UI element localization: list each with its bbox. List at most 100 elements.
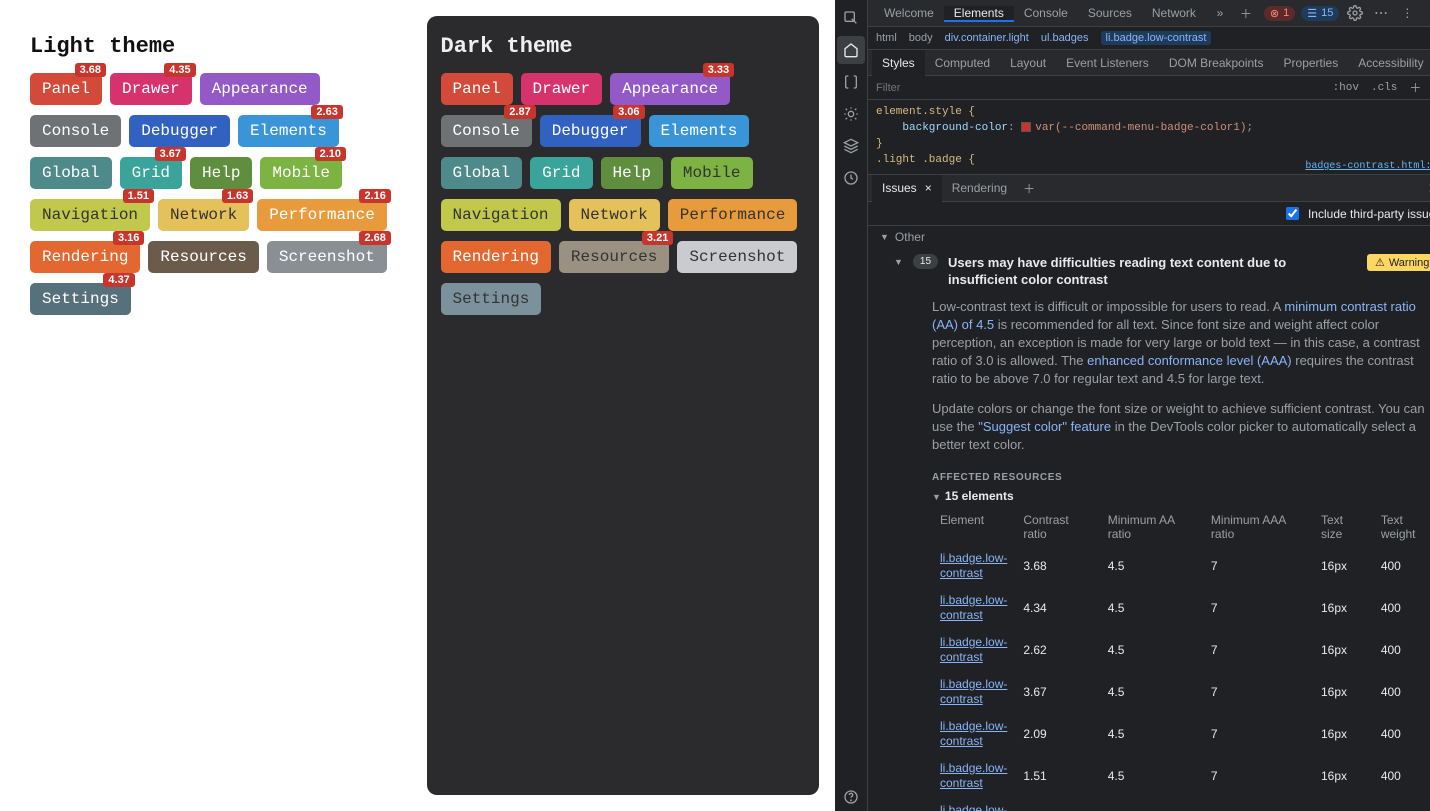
badge-help: Help <box>601 157 663 189</box>
col-header: Text size <box>1313 509 1373 545</box>
table-row[interactable]: li.badge.low-contrast2.624.5716px400 <box>932 629 1430 671</box>
badge-network: Network1.63 <box>158 199 249 231</box>
subtab-layout[interactable]: Layout <box>1000 50 1056 76</box>
styles-pane[interactable]: element.style { background-color: var(--… <box>868 100 1430 175</box>
badge-settings: Settings4.37 <box>30 283 131 315</box>
crumb[interactable]: li.badge.low-contrast <box>1101 31 1212 45</box>
third-party-checkbox[interactable] <box>1286 207 1299 220</box>
tab-elements[interactable]: Elements <box>944 6 1014 22</box>
badge-mobile: Mobile <box>671 157 753 189</box>
contrast-ratio-badge: 2.63 <box>311 105 342 119</box>
tab-welcome[interactable]: Welcome <box>874 6 944 20</box>
subtab-computed[interactable]: Computed <box>925 50 1000 76</box>
drawer-tab-issues[interactable]: Issues× <box>872 175 942 202</box>
crumb[interactable]: div.container.light <box>945 32 1029 44</box>
new-rule-icon[interactable]: ＋ <box>1403 76 1427 100</box>
element-link[interactable]: li.badge.low-contrast <box>940 677 1007 706</box>
issue-count: 15 <box>913 254 938 269</box>
crumb[interactable]: body <box>909 32 933 44</box>
badge-elements: Elements <box>649 115 750 147</box>
element-link[interactable]: li.badge.low-contrast <box>940 803 1007 811</box>
issue-description-2: Update colors or change the font size or… <box>874 396 1430 462</box>
inspect-icon[interactable] <box>837 4 865 32</box>
contrast-ratio-badge: 2.87 <box>504 105 535 119</box>
chevron-down-icon[interactable]: ▼ <box>894 257 903 267</box>
suggest-color-link[interactable]: "Suggest color" feature <box>978 419 1111 434</box>
table-row[interactable]: li.badge.low-contrast1.514.5716px400 <box>932 755 1430 797</box>
tab-console[interactable]: Console <box>1014 6 1078 20</box>
devtools-top-tabs: WelcomeElementsConsoleSourcesNetwork » ＋… <box>868 0 1430 27</box>
layers-icon[interactable] <box>837 132 865 160</box>
source-link[interactable]: badges-contrast.html:63 <box>1305 161 1430 172</box>
crumb[interactable]: html <box>876 32 897 44</box>
table-row[interactable]: li.badge.low-contrast1.634.5716px400 <box>932 797 1430 811</box>
more-icon[interactable]: ⋮ <box>1395 1 1419 25</box>
badge-network: Network <box>569 199 660 231</box>
crumb[interactable]: ul.badges <box>1041 32 1089 44</box>
error-count[interactable]: ⊗ 1 <box>1264 6 1295 21</box>
more-tabs-icon[interactable]: » <box>1208 1 1232 25</box>
badge-navigation: Navigation1.51 <box>30 199 150 231</box>
tab-sources[interactable]: Sources <box>1078 6 1142 20</box>
hov-toggle[interactable]: :hov <box>1327 82 1365 94</box>
close-drawer-icon[interactable]: ✕ <box>1420 180 1430 197</box>
badge-debugger: Debugger <box>129 115 230 147</box>
table-row[interactable]: li.badge.low-contrast3.684.5716px400 <box>932 545 1430 587</box>
drawer-tab-rendering[interactable]: Rendering <box>942 175 1017 202</box>
badge-appearance: Appearance <box>200 73 320 105</box>
color-swatch-icon[interactable] <box>1021 122 1031 132</box>
badge-drawer: Drawer <box>521 73 603 105</box>
subtab-event-listeners[interactable]: Event Listeners <box>1056 50 1159 76</box>
styles-filter-input[interactable] <box>868 82 1327 94</box>
rendered-page: Light theme Panel3.68Drawer4.35Appearanc… <box>0 0 835 811</box>
issue-description: Low-contrast text is difficult or imposs… <box>874 294 1430 396</box>
help-icon[interactable] <box>837 783 865 811</box>
badge-grid: Grid <box>530 157 592 189</box>
element-count[interactable]: ▼15 elements <box>874 489 1430 509</box>
issues-body[interactable]: ▼Other ▼ 15 Users may have difficulties … <box>868 226 1430 811</box>
add-tab-icon[interactable]: ＋ <box>1234 1 1258 25</box>
subtab-styles[interactable]: Styles <box>872 50 925 76</box>
element-link[interactable]: li.badge.low-contrast <box>940 593 1007 622</box>
subtab-properties[interactable]: Properties <box>1274 50 1349 76</box>
issue-header[interactable]: ▼ 15 Users may have difficulties reading… <box>874 248 1430 294</box>
debug-icon[interactable] <box>837 100 865 128</box>
sources-icon[interactable] <box>837 68 865 96</box>
gear-icon[interactable] <box>1343 1 1367 25</box>
element-link[interactable]: li.badge.low-contrast <box>940 635 1007 664</box>
badge-screenshot: Screenshot2.68 <box>267 241 387 273</box>
drawer-tabs: Issues×Rendering ＋ ✕ <box>868 175 1430 202</box>
badge-resources: Resources3.21 <box>559 241 669 273</box>
styles-filter-bar: :hov .cls ＋ <box>868 76 1430 100</box>
element-link[interactable]: li.badge.low-contrast <box>940 719 1007 748</box>
subtab-accessibility[interactable]: Accessibility <box>1348 50 1430 76</box>
contrast-ratio-badge: 2.68 <box>359 231 390 245</box>
table-row[interactable]: li.badge.low-contrast2.094.5716px400 <box>932 713 1430 755</box>
dark-theme-card: Dark theme PanelDrawerAppearance3.33Cons… <box>427 16 820 795</box>
close-icon[interactable]: ✕ <box>1421 1 1430 25</box>
element-link[interactable]: li.badge.low-contrast <box>940 761 1007 790</box>
table-row[interactable]: li.badge.low-contrast4.344.5716px400 <box>932 587 1430 629</box>
warning-badge: ⚠ Warning <box>1367 254 1430 271</box>
close-tab-icon[interactable]: × <box>925 175 932 202</box>
light-title: Light theme <box>30 34 395 59</box>
badge-panel: Panel <box>441 73 513 105</box>
element-link[interactable]: li.badge.low-contrast <box>940 551 1007 580</box>
contrast-ratio-badge: 3.67 <box>155 147 186 161</box>
third-party-toggle[interactable]: Include third-party issues <box>868 202 1430 226</box>
customize-icon[interactable] <box>1369 1 1393 25</box>
aaa-link[interactable]: enhanced conformance level (AAA) <box>1087 353 1292 368</box>
home-icon[interactable] <box>837 36 865 64</box>
table-row[interactable]: li.badge.low-contrast3.674.5716px400 <box>932 671 1430 713</box>
badge-mobile: Mobile2.10 <box>260 157 342 189</box>
subtab-dom-breakpoints[interactable]: DOM Breakpoints <box>1159 50 1274 76</box>
dom-breadcrumbs[interactable]: html body div.container.light ul.badges li.b… <box>868 27 1430 50</box>
issue-group[interactable]: ▼Other <box>874 226 1430 248</box>
add-drawer-tab-icon[interactable]: ＋ <box>1017 176 1041 200</box>
info-count[interactable]: ☰ 15 <box>1301 6 1339 21</box>
tab-network[interactable]: Network <box>1142 6 1206 20</box>
badge-global: Global <box>441 157 523 189</box>
cls-toggle[interactable]: .cls <box>1365 82 1403 94</box>
perf-icon[interactable] <box>837 164 865 192</box>
affected-heading: AFFECTED RESOURCES <box>874 462 1430 489</box>
